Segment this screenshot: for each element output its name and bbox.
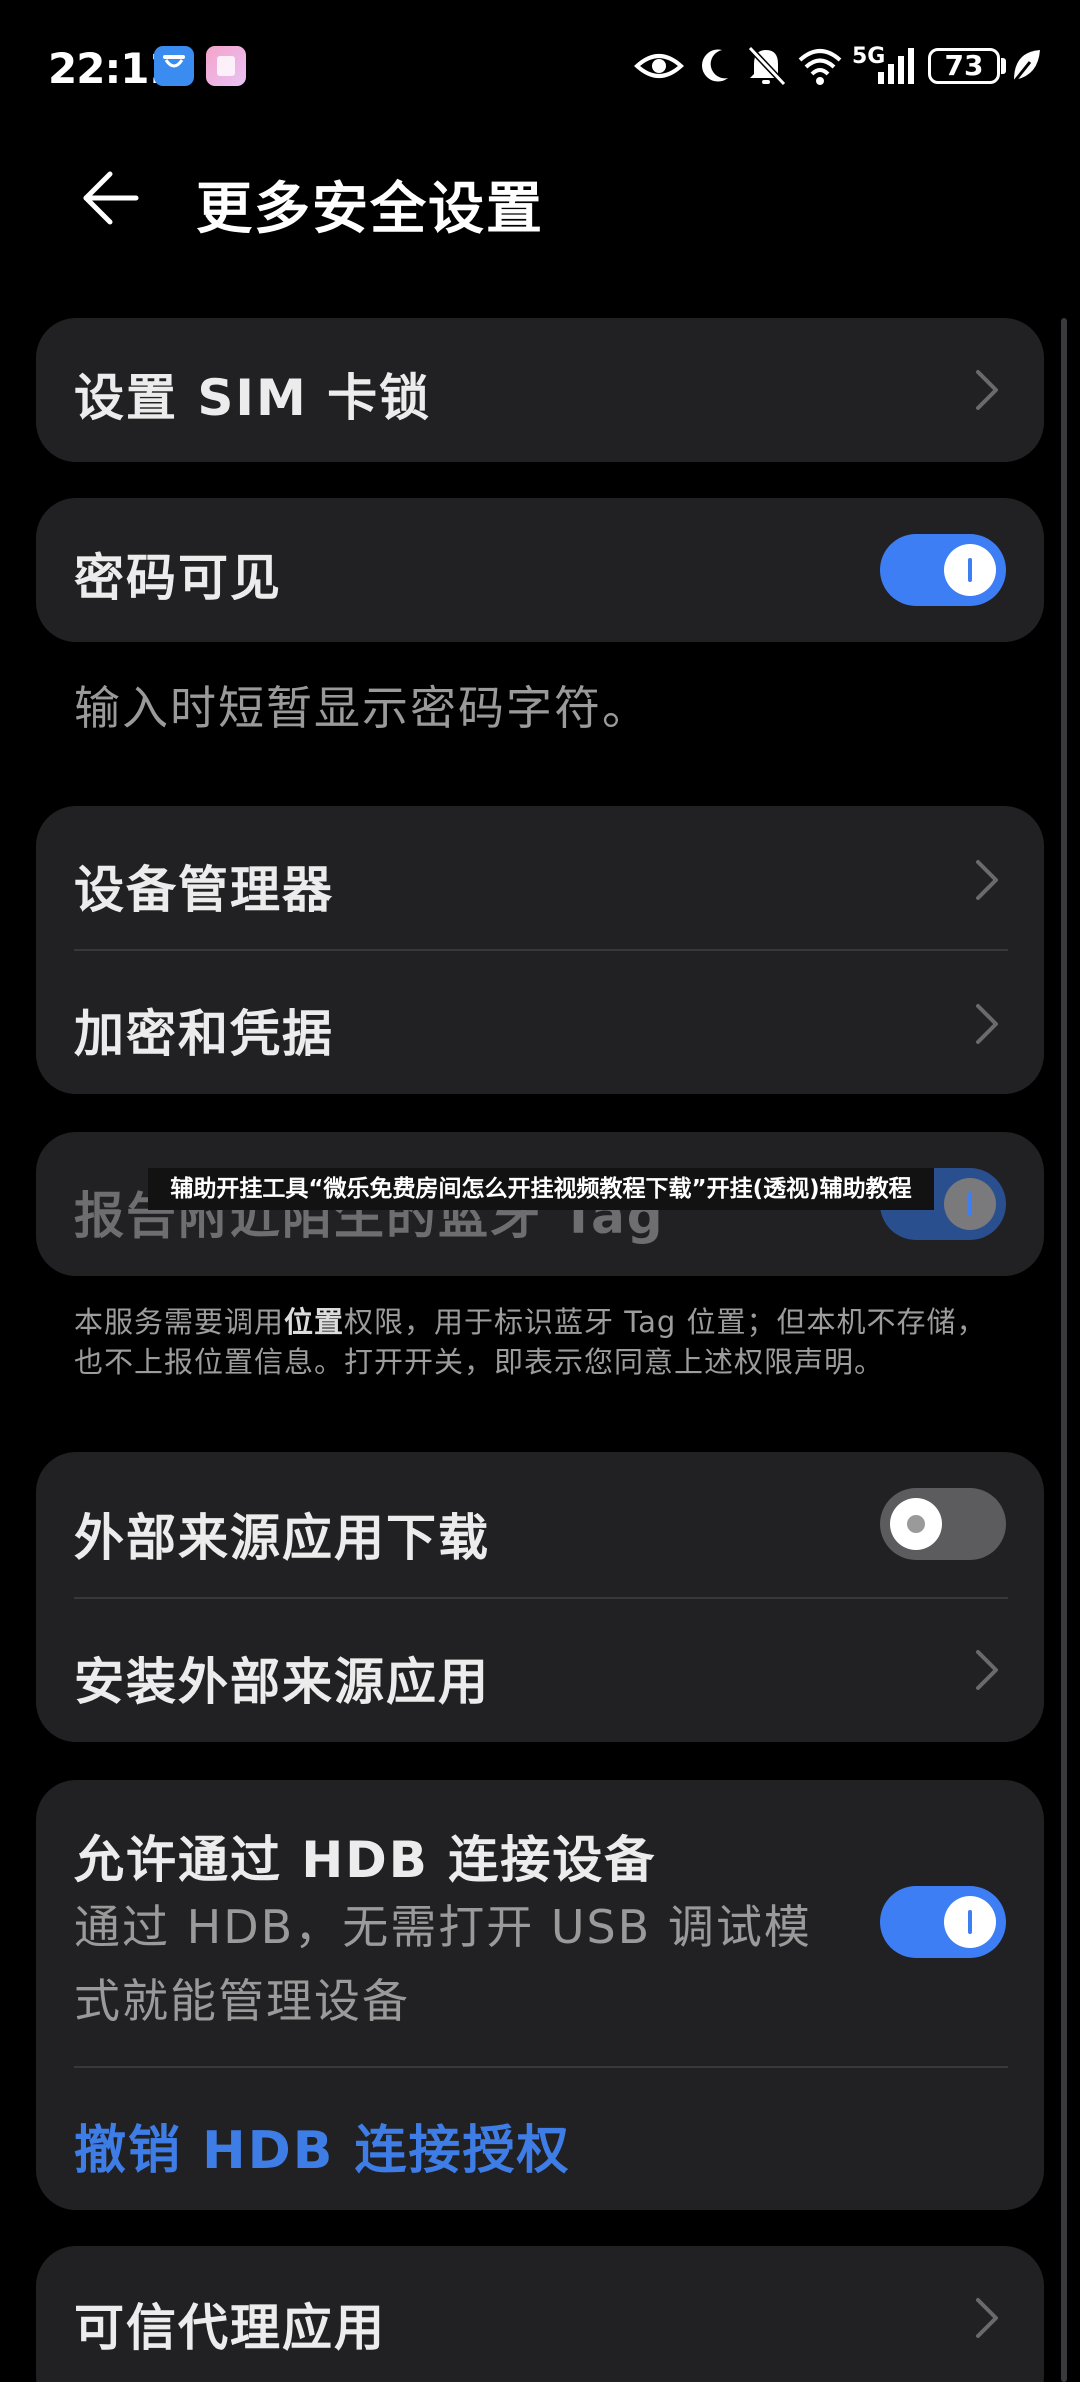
install-external-row[interactable]: 安装外部来源应用	[36, 1598, 1044, 1742]
sim-lock-card: 设置 SIM 卡锁	[36, 318, 1044, 462]
sim-lock-label: 设置 SIM 卡锁	[74, 369, 432, 427]
eye-icon	[634, 54, 684, 78]
trust-agents-card: 可信代理应用	[36, 2246, 1044, 2382]
credentials-row[interactable]: 加密和凭据	[36, 950, 1044, 1094]
sim-lock-row[interactable]: 设置 SIM 卡锁	[36, 318, 1044, 462]
note-text-bold: 位置	[284, 1305, 345, 1339]
mute-bell-icon	[747, 45, 787, 87]
toggle-knob	[890, 1498, 942, 1550]
hdb-toggle[interactable]	[880, 1886, 1006, 1958]
device-admin-label: 设备管理器	[74, 861, 334, 919]
external-download-label: 外部来源应用下载	[74, 1509, 490, 1567]
chevron-right-icon	[976, 370, 998, 410]
tag-report-note: 本服务需要调用位置权限，用于标识蓝牙 Tag 位置；但本机不存储，也不上报位置信…	[74, 1302, 1014, 1382]
hdb-revoke-link[interactable]: 撤销 HDB 连接授权	[74, 2108, 571, 2183]
hdb-label: 允许通过 HDB 连接设备	[74, 1831, 657, 1889]
chevron-right-icon	[976, 860, 998, 900]
scrollbar[interactable]	[1061, 318, 1067, 2382]
trust-agents-row[interactable]: 可信代理应用	[36, 2246, 1044, 2382]
overlay-banner: 辅助开挂工具“微乐免费房间怎么开挂视频教程下载”开挂(透视)辅助教程	[148, 1168, 934, 1210]
battery-tip	[1001, 58, 1006, 74]
moon-icon	[702, 49, 728, 82]
password-visible-hint: 输入时短暂显示密码字符。	[74, 681, 650, 735]
chevron-right-icon	[976, 1650, 998, 1690]
hdb-description: 通过 HDB，无需打开 USB 调试模式就能管理设备	[74, 1900, 812, 2028]
toggle-knob	[944, 544, 996, 596]
password-visible-row[interactable]: 密码可见	[36, 498, 1044, 642]
battery-icon: 73	[928, 48, 1000, 84]
leaf-icon	[1012, 50, 1040, 83]
toggle-knob	[944, 1178, 996, 1230]
status-bar: 22:11 5G 73	[0, 0, 1080, 120]
chevron-right-icon	[976, 2298, 998, 2338]
install-external-label: 安装外部来源应用	[74, 1653, 490, 1711]
external-download-row[interactable]: 外部来源应用下载	[36, 1452, 1044, 1596]
password-visible-label: 密码可见	[74, 549, 282, 607]
page-title: 更多安全设置	[196, 177, 544, 242]
wifi-icon	[798, 49, 842, 85]
chevron-right-icon	[976, 1004, 998, 1044]
password-visible-toggle[interactable]	[880, 534, 1006, 606]
hdb-row[interactable]: 允许通过 HDB 连接设备 通过 HDB，无需打开 USB 调试模式就能管理设备	[36, 1780, 1044, 2066]
device-security-card: 设备管理器 加密和凭据	[36, 806, 1044, 1094]
credentials-label: 加密和凭据	[74, 1005, 334, 1063]
trust-agents-label: 可信代理应用	[74, 2299, 386, 2357]
hdb-card: 允许通过 HDB 连接设备 通过 HDB，无需打开 USB 调试模式就能管理设备…	[36, 1780, 1044, 2210]
gallery-app-icon	[206, 46, 246, 86]
note-text-pre: 本服务需要调用	[74, 1305, 285, 1339]
password-visible-card: 密码可见	[36, 498, 1044, 642]
settings-page: 22:11 5G 73 更多安全设置 设置 SIM 卡锁 密码可见 输入时短暂显…	[0, 0, 1080, 2382]
device-admin-row[interactable]: 设备管理器	[36, 806, 1044, 950]
hdb-revoke-row[interactable]: 撤销 HDB 连接授权	[36, 2068, 1044, 2210]
back-arrow-icon[interactable]	[76, 166, 140, 230]
external-sources-card: 外部来源应用下载 安装外部来源应用	[36, 1452, 1044, 1742]
toggle-knob	[944, 1896, 996, 1948]
app-store-icon	[154, 46, 194, 86]
external-download-toggle[interactable]	[880, 1488, 1006, 1560]
signal-icon	[878, 48, 914, 84]
